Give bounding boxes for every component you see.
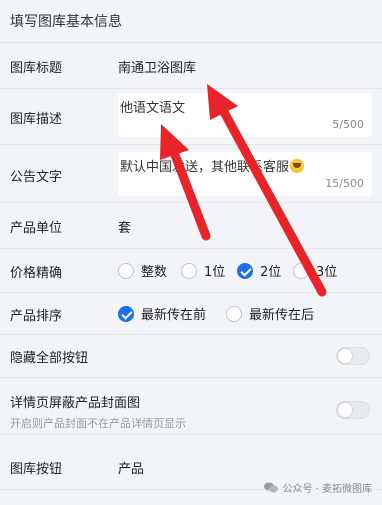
- gallery-title-input[interactable]: 南通卫浴图库: [118, 57, 196, 76]
- page-header: 填写图库基本信息: [0, 0, 382, 43]
- gallery-button-input[interactable]: 产品: [118, 458, 144, 477]
- radio-unchecked-icon: [118, 262, 134, 279]
- toggle-knob: [338, 403, 352, 417]
- gallery-button-label: 图库按钮: [10, 462, 63, 477]
- sort-option-label: 最新传在后: [249, 308, 315, 323]
- precision-option-2[interactable]: 2位: [237, 261, 281, 280]
- precision-label: 价格精确: [10, 266, 63, 281]
- gallery-title-label: 图库标题: [10, 61, 63, 76]
- radio-checked-icon: [118, 305, 134, 322]
- notice-row: 公告文字 默认中国发送，其他联系客服 15/500: [0, 145, 382, 203]
- gallery-desc-textarea[interactable]: 他语文语文 5/500: [118, 93, 372, 137]
- gallery-desc-counter: 5/500: [332, 118, 364, 131]
- sort-option-newest-last[interactable]: 最新传在后: [226, 304, 314, 323]
- radio-unchecked-icon: [226, 305, 242, 322]
- hide-buttons-label: 隐藏全部按钮: [10, 351, 89, 366]
- watermark: 公众号 · 麦拓微图库: [264, 480, 372, 495]
- gallery-desc-label: 图库描述: [10, 112, 63, 127]
- hide-buttons-row: 隐藏全部按钮: [0, 335, 382, 378]
- grin-emoji-icon: [290, 159, 305, 173]
- radio-unchecked-icon: [293, 262, 309, 279]
- hide-cover-toggle[interactable]: [336, 401, 370, 419]
- radio-unchecked-icon: [181, 262, 197, 279]
- gallery-desc-row: 图库描述 他语文语文 5/500: [0, 89, 382, 145]
- unit-input[interactable]: 套: [118, 217, 131, 236]
- gallery-title-row: 图库标题 南通卫浴图库: [0, 43, 382, 89]
- hide-cover-row: 详情页屏蔽产品封面图 开启则产品封面不在产品详情页显示: [0, 378, 382, 435]
- sort-option-newest-first[interactable]: 最新传在前: [118, 304, 206, 323]
- precision-option-label: 3位: [316, 265, 338, 280]
- watermark-text: 公众号 · 麦拓微图库: [282, 484, 372, 495]
- sort-option-label: 最新传在前: [141, 308, 207, 323]
- precision-option-label: 整数: [141, 265, 168, 280]
- unit-row: 产品单位 套: [0, 203, 382, 249]
- sort-label: 产品排序: [10, 309, 63, 324]
- sort-row: 产品排序 最新传在前 最新传在后: [0, 293, 382, 335]
- hide-cover-hint: 开启则产品封面不在产品详情页显示: [10, 417, 186, 430]
- precision-option-label: 1位: [204, 265, 226, 280]
- radio-checked-icon: [237, 262, 253, 279]
- notice-counter: 15/500: [325, 177, 364, 190]
- hide-buttons-toggle[interactable]: [336, 347, 370, 365]
- precision-option-label: 2位: [260, 265, 282, 280]
- gallery-desc-text: 他语文语文: [120, 101, 186, 116]
- precision-option-integer[interactable]: 整数: [118, 261, 167, 280]
- notice-text: 默认中国发送，其他联系客服: [120, 156, 305, 175]
- notice-label: 公告文字: [10, 170, 63, 185]
- unit-label: 产品单位: [10, 221, 63, 236]
- hide-cover-label: 详情页屏蔽产品封面图: [10, 396, 141, 411]
- precision-option-1[interactable]: 1位: [181, 261, 225, 280]
- wechat-icon: [264, 482, 279, 493]
- toggle-knob: [338, 349, 352, 363]
- precision-option-3[interactable]: 3位: [293, 261, 337, 280]
- notice-text-content: 默认中国发送，其他联系客服: [120, 160, 290, 175]
- page-title: 填写图库基本信息: [10, 14, 122, 30]
- precision-row: 价格精确 整数 1位 2位 3位: [0, 249, 382, 293]
- notice-textarea[interactable]: 默认中国发送，其他联系客服 15/500: [118, 152, 372, 196]
